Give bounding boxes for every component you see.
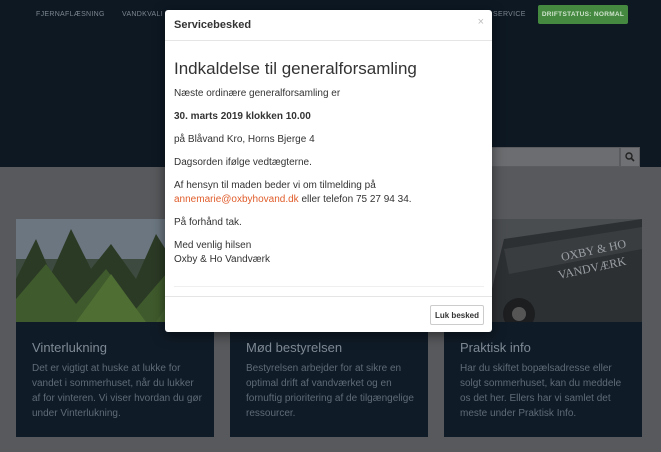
card-text: Har du skiftet bopælsadresse eller solgt… xyxy=(460,363,622,419)
modal-agenda: Dagsorden ifølge vedtægterne. xyxy=(174,157,312,168)
modal-heading: Indkaldelse til generalforsamling xyxy=(174,59,417,78)
close-icon[interactable]: × xyxy=(478,16,484,28)
modal-thanks: På forhånd tak. xyxy=(174,217,242,228)
modal-divider xyxy=(174,286,484,287)
card-title: Vinterlukning xyxy=(32,340,107,355)
nav-item-vandkvalitet[interactable]: VANDKVALI xyxy=(122,11,163,18)
close-message-button[interactable]: Luk besked xyxy=(430,305,484,325)
signup-text: Af hensyn til maden beder vi om tilmeldi… xyxy=(174,180,376,191)
email-link[interactable]: annemarie@oxbyhovand.dk xyxy=(174,194,299,205)
modal-body: Indkaldelse til generalforsamling Næste … xyxy=(174,59,484,276)
card-text: Bestyrelsen arbejder for at sikre en opt… xyxy=(246,363,414,419)
drift-status-button[interactable]: DRIFTSTATUS: NORMAL xyxy=(538,5,628,24)
card-text: Det er vigtigt at huske at lukke for van… xyxy=(32,363,202,419)
modal-date: 30. marts 2019 klokken 10.00 xyxy=(174,111,311,122)
card-title: Mød bestyrelsen xyxy=(246,340,343,355)
signup-phone: eller telefon 75 27 94 34. xyxy=(298,194,412,205)
service-modal: Servicebesked × Indkaldelse til generalf… xyxy=(165,10,492,332)
modal-paragraph: Næste ordinære generalforsamling er xyxy=(174,88,341,99)
card-title: Praktisk info xyxy=(460,340,531,355)
modal-signature: Med venlig hilsen Oxby & Ho Vandværk xyxy=(174,239,484,267)
modal-header: Servicebesked × xyxy=(165,10,492,41)
signature-greeting: Med venlig hilsen xyxy=(174,240,252,251)
search-input[interactable] xyxy=(470,147,620,167)
nav-item-service[interactable]: SERVICE xyxy=(493,11,526,18)
search-icon xyxy=(625,152,635,162)
modal-footer: Luk besked xyxy=(165,296,492,332)
nav-item-fjernaflaesning[interactable]: FJERNAFLÆSNING xyxy=(36,11,105,18)
modal-title: Servicebesked xyxy=(174,19,252,31)
search-button[interactable] xyxy=(620,147,640,167)
signature-name: Oxby & Ho Vandværk xyxy=(174,254,270,265)
modal-signup: Af hensyn til maden beder vi om tilmeldi… xyxy=(174,179,484,207)
modal-location: på Blåvand Kro, Horns Bjerge 4 xyxy=(174,134,315,145)
